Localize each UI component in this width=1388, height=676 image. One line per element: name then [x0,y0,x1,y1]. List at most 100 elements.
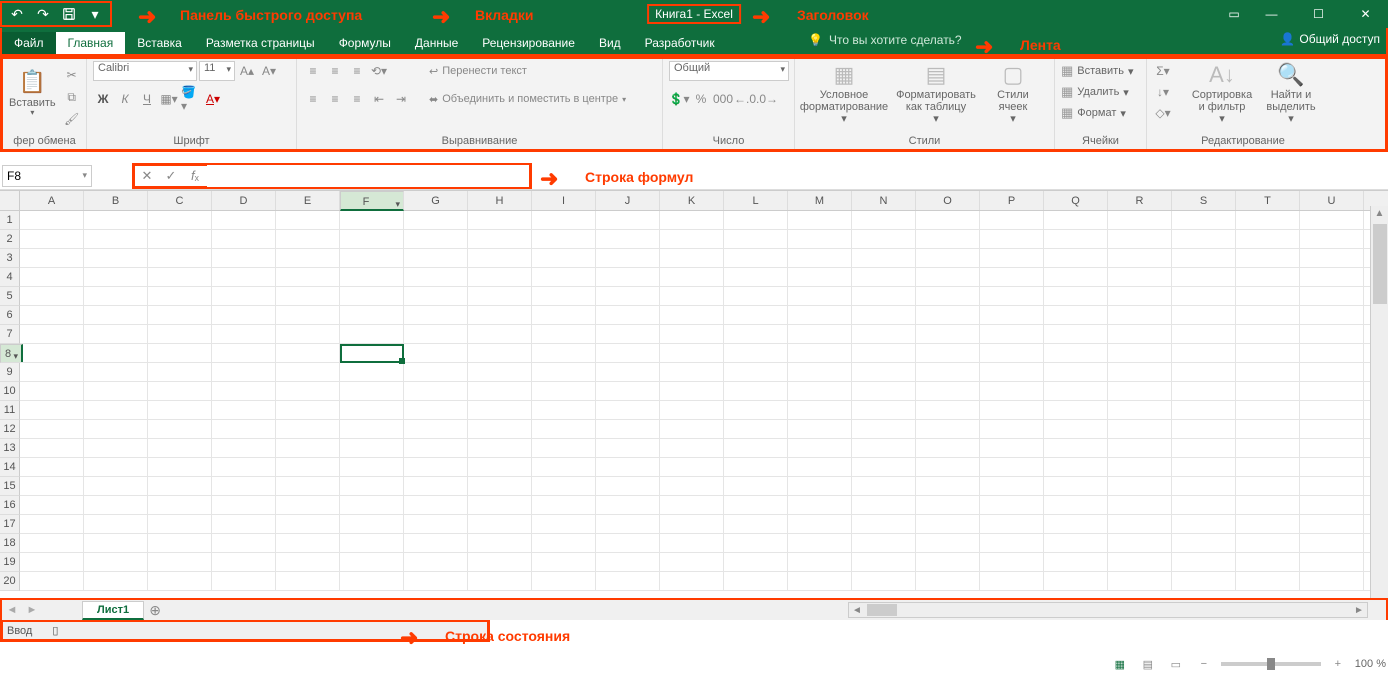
format-cells-button[interactable]: ▦Формат▾ [1061,103,1133,123]
cell[interactable] [404,439,468,457]
cell[interactable] [916,401,980,419]
cell[interactable] [148,268,212,286]
cell[interactable] [148,230,212,248]
row-header[interactable]: 18 [0,534,20,553]
cell[interactable] [532,439,596,457]
cell[interactable] [532,477,596,495]
cell[interactable] [980,496,1044,514]
cell[interactable] [660,211,724,229]
zoom-in-button[interactable]: + [1327,655,1349,673]
column-header[interactable]: Q [1044,191,1108,210]
cell[interactable] [1236,249,1300,267]
cell[interactable] [660,401,724,419]
cell[interactable] [1108,382,1172,400]
cell[interactable] [468,439,532,457]
cell[interactable] [84,211,148,229]
cell[interactable] [1236,572,1300,590]
cell[interactable] [596,420,660,438]
cell[interactable] [532,420,596,438]
align-right-button[interactable]: ≡ [347,89,367,109]
cell[interactable] [212,344,276,362]
cell[interactable] [404,534,468,552]
wrap-text-button[interactable]: ↩Перенести текст [425,61,630,81]
cell[interactable] [916,458,980,476]
cell[interactable] [532,363,596,381]
cell[interactable] [724,363,788,381]
cell[interactable] [212,211,276,229]
cell[interactable] [1044,382,1108,400]
cell[interactable] [1108,572,1172,590]
cell[interactable] [532,496,596,514]
cell[interactable] [852,325,916,343]
cell[interactable] [1300,344,1364,362]
cell[interactable] [212,287,276,305]
cell[interactable] [852,534,916,552]
cell[interactable] [148,458,212,476]
save-button[interactable] [58,3,80,25]
cell[interactable] [788,458,852,476]
cell[interactable] [1300,363,1364,381]
cell[interactable] [660,515,724,533]
cell[interactable] [1172,458,1236,476]
cell[interactable] [404,515,468,533]
align-center-button[interactable]: ≡ [325,89,345,109]
cell[interactable] [852,268,916,286]
cell[interactable] [1044,477,1108,495]
add-sheet-button[interactable]: ⊕ [144,602,166,619]
cell[interactable] [84,420,148,438]
insert-cells-button[interactable]: ▦Вставить▾ [1061,61,1133,81]
cell[interactable] [404,268,468,286]
cell[interactable] [148,534,212,552]
cell[interactable] [788,515,852,533]
column-header[interactable]: N [852,191,916,210]
decrease-font-button[interactable]: A▾ [259,61,279,81]
cell[interactable] [1108,325,1172,343]
cell[interactable] [724,344,788,362]
cell[interactable] [212,306,276,324]
cell[interactable] [788,344,852,362]
border-button[interactable]: ▦▾ [159,89,179,109]
cell[interactable] [980,230,1044,248]
cell[interactable] [20,515,84,533]
cell[interactable] [468,382,532,400]
cell[interactable] [212,325,276,343]
cell[interactable] [340,344,404,362]
cell[interactable] [84,230,148,248]
cell[interactable] [1236,553,1300,571]
increase-decimal-button[interactable]: ←.0 [735,89,755,109]
cell[interactable] [788,268,852,286]
cell[interactable] [660,477,724,495]
cell[interactable] [1108,306,1172,324]
cell[interactable] [852,382,916,400]
cell[interactable] [916,287,980,305]
cell[interactable] [212,458,276,476]
cell[interactable] [532,534,596,552]
align-top-button[interactable]: ≡ [303,61,323,81]
ribbon-options-icon[interactable]: ▭ [1221,1,1247,27]
cell[interactable] [980,287,1044,305]
tab-файл[interactable]: Файл [2,32,56,54]
insert-function-button[interactable]: fₓ [183,165,207,187]
tab-разработчик[interactable]: Разработчик [633,32,727,54]
row-header[interactable]: 6 [0,306,20,325]
cell[interactable] [532,458,596,476]
cell[interactable] [84,325,148,343]
cell[interactable] [980,477,1044,495]
cell[interactable] [340,249,404,267]
maximize-button[interactable]: ☐ [1296,1,1341,27]
cell[interactable] [916,420,980,438]
row-header[interactable]: 16 [0,496,20,515]
cell[interactable] [340,211,404,229]
column-header[interactable]: L [724,191,788,210]
cell[interactable] [148,515,212,533]
cell[interactable] [340,268,404,286]
format-painter-button[interactable]: 🖌 [62,109,82,129]
cell-styles-button[interactable]: ▢Стили ячеек▾ [985,61,1041,127]
find-select-button[interactable]: 🔍Найти и выделить▾ [1261,61,1321,127]
cell[interactable] [852,287,916,305]
cell[interactable] [980,268,1044,286]
conditional-format-button[interactable]: ▦Условное форматирование▾ [801,61,887,127]
cell[interactable] [1300,458,1364,476]
cell[interactable] [20,268,84,286]
cell[interactable] [724,382,788,400]
